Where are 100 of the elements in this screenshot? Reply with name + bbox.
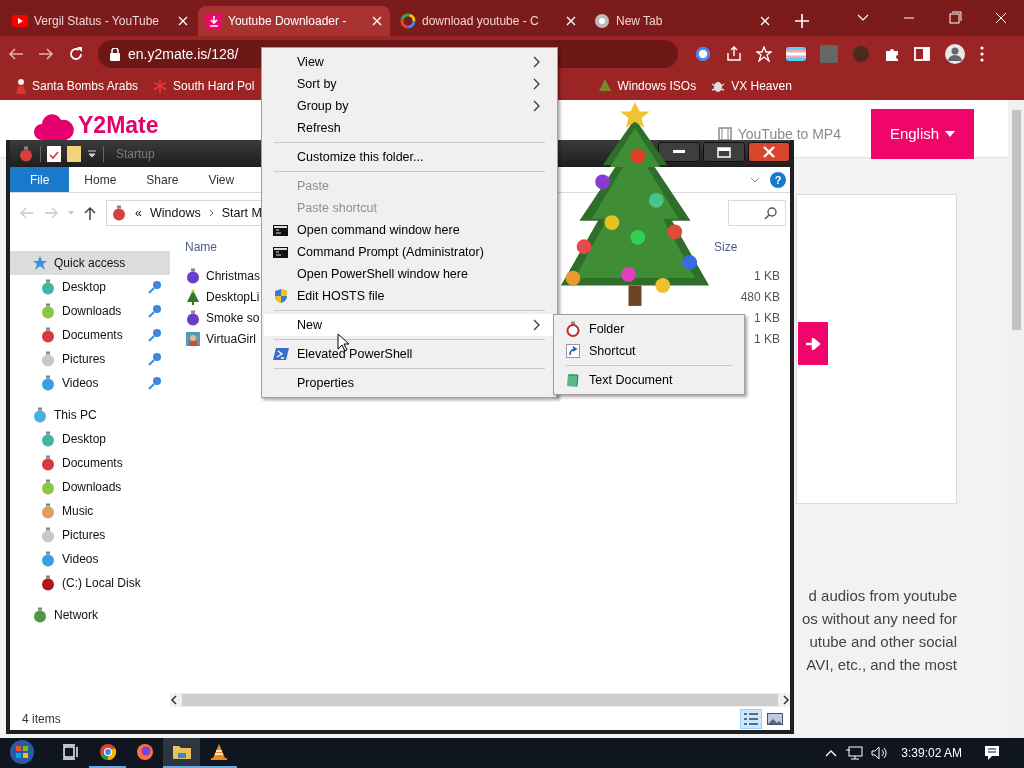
menu-item[interactable]: Properties: [264, 372, 555, 394]
menu-item[interactable]: Open command window here: [264, 219, 555, 241]
clock[interactable]: 3:39:02 AM: [901, 746, 962, 760]
chevron-up-icon[interactable]: [825, 749, 838, 757]
help-button[interactable]: ?: [770, 171, 786, 188]
submit-button[interactable]: [798, 322, 828, 365]
view-button[interactable]: [740, 708, 762, 729]
menu-item[interactable]: Customize this folder...: [264, 146, 555, 168]
search-field[interactable]: [728, 200, 786, 226]
nav-item[interactable]: Pictures: [10, 523, 170, 547]
ribbon-tab[interactable]: View: [193, 167, 250, 192]
notification-icon[interactable]: [984, 745, 1000, 761]
minimize-button[interactable]: [658, 142, 700, 162]
window-title: Startup: [116, 146, 155, 161]
menu-item[interactable]: Text Document: [556, 369, 742, 391]
menu-item[interactable]: Group by: [264, 95, 555, 117]
nav-item[interactable]: Network: [10, 603, 170, 627]
dropdown-icon[interactable]: [87, 149, 97, 158]
folder-icon[interactable]: [67, 145, 81, 162]
multicolor-ring-icon[interactable]: [694, 45, 712, 63]
bookmark[interactable]: South Hard Pol: [149, 75, 258, 97]
close-button[interactable]: [748, 142, 790, 162]
menu-item[interactable]: New: [264, 314, 555, 336]
film-icon: [717, 126, 732, 141]
nav-item[interactable]: Quick access: [10, 251, 170, 275]
forward-icon[interactable]: [38, 46, 54, 62]
profile-icon[interactable]: [944, 43, 966, 65]
nav-item[interactable]: Documents: [10, 451, 170, 475]
sidebar-icon[interactable]: [914, 46, 930, 62]
bookmark[interactable]: VX Heaven: [707, 75, 795, 97]
horizontal-scrollbar[interactable]: [170, 693, 790, 707]
browser-tab[interactable]: New Tab: [586, 6, 778, 36]
browser-tab[interactable]: download youtube - C: [392, 6, 584, 36]
path-segment[interactable]: Windows: [149, 206, 201, 220]
ornament-icon: [564, 321, 581, 337]
network-icon[interactable]: [845, 746, 864, 760]
column-header[interactable]: Size: [714, 240, 780, 254]
maximize-icon: [717, 146, 731, 158]
chevron-right-icon: [208, 209, 214, 217]
speaker-icon[interactable]: [871, 746, 890, 760]
chevron-right-icon[interactable]: [782, 695, 790, 705]
nav-item[interactable]: Downloads: [10, 299, 170, 323]
nav-item[interactable]: Pictures: [10, 347, 170, 371]
menu-item[interactable]: Open PowerShell window here: [264, 263, 555, 285]
bookmark[interactable]: Windows ISOs: [595, 75, 700, 97]
chevron-left-icon[interactable]: [170, 695, 178, 705]
menu-item[interactable]: View: [264, 51, 555, 73]
bookmark-star-icon[interactable]: [756, 46, 772, 62]
menu-item[interactable]: Refresh: [264, 117, 555, 139]
extension-tile-icon[interactable]: [820, 45, 838, 63]
path-segment[interactable]: Start M: [221, 206, 262, 220]
menu-item[interactable]: Shortcut: [556, 340, 742, 362]
document-check-icon[interactable]: [47, 145, 61, 162]
language-button[interactable]: English: [871, 108, 974, 159]
ribbon-tab[interactable]: File: [10, 167, 70, 192]
maximize-button[interactable]: [703, 142, 745, 162]
nav-item[interactable]: Videos: [10, 371, 170, 395]
document-icon: [564, 372, 581, 388]
nav-item[interactable]: Downloads: [10, 475, 170, 499]
file-size: 1 KB: [753, 268, 780, 283]
flag-icon[interactable]: [786, 47, 806, 61]
menu-item[interactable]: Folder: [556, 318, 742, 340]
nav-item[interactable]: Videos: [10, 547, 170, 571]
file-size: 1 KB: [753, 310, 780, 325]
site-logo[interactable]: Y2Mate: [78, 112, 159, 138]
close-icon[interactable]: [760, 16, 770, 26]
nav-link[interactable]: YouTube to MP4: [717, 125, 841, 142]
close-icon[interactable]: [566, 16, 576, 26]
nav-item[interactable]: Desktop: [10, 275, 170, 299]
puzzle-icon[interactable]: [884, 46, 900, 62]
caret-icon: [945, 130, 956, 137]
bookmark[interactable]: Santa Bombs Arabs: [12, 75, 142, 97]
browser-tab[interactable]: Youtube Downloader -: [198, 6, 390, 36]
nav-item[interactable]: (C:) Local Disk: [10, 571, 170, 595]
chevron-down-icon[interactable]: [750, 176, 760, 183]
lock-icon: [110, 47, 120, 61]
menu-item[interactable]: Elevated PowerShell: [264, 343, 555, 365]
shortcut-icon: [565, 344, 580, 358]
nav-item[interactable]: This PC: [10, 403, 170, 427]
shield-icon: [273, 288, 288, 304]
more-icon[interactable]: [980, 46, 984, 62]
browser-tab[interactable]: Vergil Status - YouTube: [4, 6, 196, 36]
menu-item[interactable]: Command Prompt (Administrator): [264, 241, 555, 263]
close-icon[interactable]: [372, 16, 382, 26]
ribbon-tab[interactable]: Share: [131, 167, 194, 192]
menu-item[interactable]: Sort by: [264, 73, 555, 95]
nav-item[interactable]: Desktop: [10, 427, 170, 451]
taskbar-button[interactable]: [163, 738, 200, 768]
path-overflow[interactable]: «: [135, 206, 142, 220]
reload-icon[interactable]: [68, 46, 84, 62]
paragraph-text: d audios from youtube os without any need for utube and other social AVI, etc., and the most: [800, 586, 957, 675]
back-icon[interactable]: [8, 46, 24, 62]
up-arrow-icon[interactable]: [84, 206, 96, 220]
person-icon: [15, 78, 27, 94]
nav-item[interactable]: Documents: [10, 323, 170, 347]
close-icon[interactable]: [178, 16, 188, 26]
menu-item[interactable]: Edit HOSTS file: [264, 285, 555, 307]
share-icon[interactable]: [726, 46, 742, 62]
nav-item[interactable]: Music: [10, 499, 170, 523]
ribbon-tab[interactable]: Home: [69, 167, 132, 192]
